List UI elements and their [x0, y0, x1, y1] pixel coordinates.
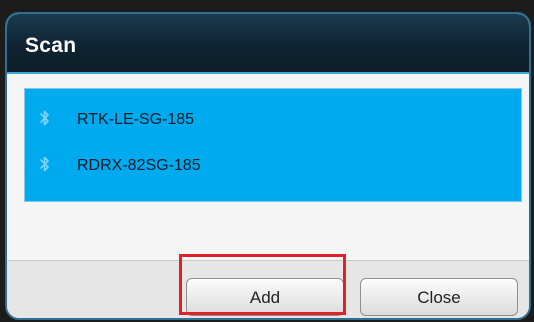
- screen-frame: Scan RTK-LE-SG-185 RDRX-82SG-185 Add Clo…: [0, 0, 534, 322]
- dialog-title: Scan: [25, 34, 77, 57]
- device-list-item[interactable]: RTK-LE-SG-185: [25, 99, 521, 145]
- dialog-title-bar: Scan: [7, 14, 529, 74]
- dialog-body: RTK-LE-SG-185 RDRX-82SG-185: [7, 74, 529, 260]
- device-name: RDRX-82SG-185: [77, 157, 201, 174]
- device-name: RTK-LE-SG-185: [77, 111, 195, 128]
- dialog-button-bar: Add Close: [7, 260, 529, 318]
- scan-dialog: Scan RTK-LE-SG-185 RDRX-82SG-185 Add Clo…: [5, 12, 531, 320]
- close-button[interactable]: Close: [360, 278, 518, 316]
- bluetooth-icon: [40, 110, 49, 126]
- device-list: RTK-LE-SG-185 RDRX-82SG-185: [24, 88, 522, 202]
- add-button[interactable]: Add: [186, 278, 344, 316]
- device-list-item[interactable]: RDRX-82SG-185: [25, 145, 521, 191]
- bluetooth-icon: [40, 156, 49, 172]
